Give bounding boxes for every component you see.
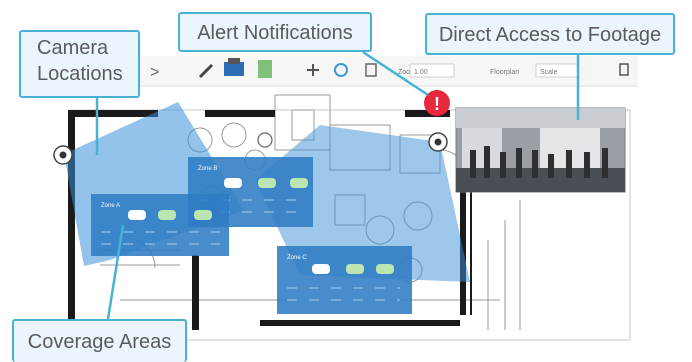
panel-b-title: Zone B [198,166,217,172]
camera-panel-c[interactable]: Zone C [277,246,412,314]
camera-icon[interactable] [53,145,73,165]
back-button[interactable]: > [150,64,159,81]
zoom-select-value: 1.00 [414,69,428,76]
toolbar: > Zoom 1.00 Floorplan Scale [140,56,638,87]
camera-panel-a[interactable]: Zone A [91,194,229,256]
alert-notifications-label: Alert Notifications [197,22,353,44]
panel-c-chip-1[interactable] [312,264,330,274]
panel-c-chip-3[interactable] [376,264,394,274]
coverage-areas-callout: Coverage Areas [12,319,187,362]
panel-a-chip-1[interactable] [128,210,146,220]
panel-a-title: Zone A [101,203,120,209]
alert-glyph: ! [434,94,440,114]
panel-b-chip-1[interactable] [224,178,242,188]
panel-b-chip-2[interactable] [258,178,276,188]
document-icon[interactable] [258,60,272,78]
camera-locations-callout: Camera Locations [19,30,140,98]
camera-locations-line-2: Locations [37,63,123,85]
floorplan-select-value: Scale [540,69,558,76]
panel-a-chip-3[interactable] [194,210,212,220]
coverage-areas-label: Coverage Areas [27,331,172,353]
camera-icon[interactable] [257,132,273,148]
footage-thumbnail[interactable] [455,107,626,193]
camera-icon[interactable] [428,132,448,152]
floorplan-label: Floorplan [490,69,519,76]
panel-a-chip-2[interactable] [158,210,176,220]
direct-access-label: Direct Access to Footage [438,24,662,46]
panel-b-chip-3[interactable] [290,178,308,188]
direct-access-callout: Direct Access to Footage [425,13,675,55]
camera-locations-line-1: Camera [37,37,109,59]
alert-notifications-callout: Alert Notifications [178,12,372,52]
panel-c-chip-2[interactable] [346,264,364,274]
panel-c-title: Zone C [287,255,307,261]
